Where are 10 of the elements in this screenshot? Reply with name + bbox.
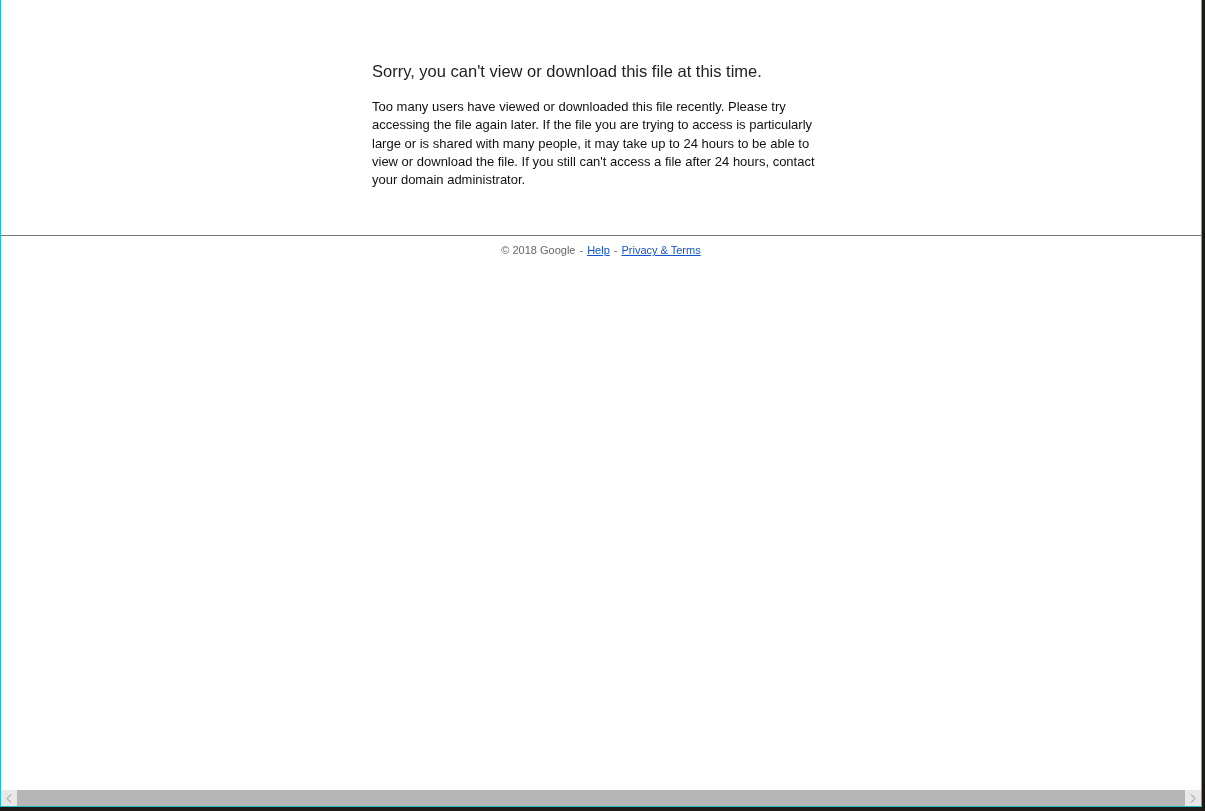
- scrollbar-thumb[interactable]: [17, 790, 1185, 806]
- privacy-terms-link[interactable]: Privacy & Terms: [621, 244, 701, 257]
- chevron-left-icon: [6, 793, 12, 803]
- help-link[interactable]: Help: [587, 244, 610, 257]
- error-description: Too many users have viewed or downloaded this file recently. Please try accessing the file again later. If the file you are trying to access is particularly large or is shared with many people, it may take up to 24 hours to be able to view or download the file. If you still can't access a file after 24 hours, contact your domain administrator.: [372, 98, 816, 190]
- chevron-right-icon: [1190, 793, 1196, 803]
- separator-text: -: [613, 244, 618, 257]
- error-title: Sorry, you can't view or download this file at this time.: [372, 62, 763, 81]
- separator-text: -: [579, 244, 584, 257]
- copyright-text: © 2018 Google: [501, 244, 576, 257]
